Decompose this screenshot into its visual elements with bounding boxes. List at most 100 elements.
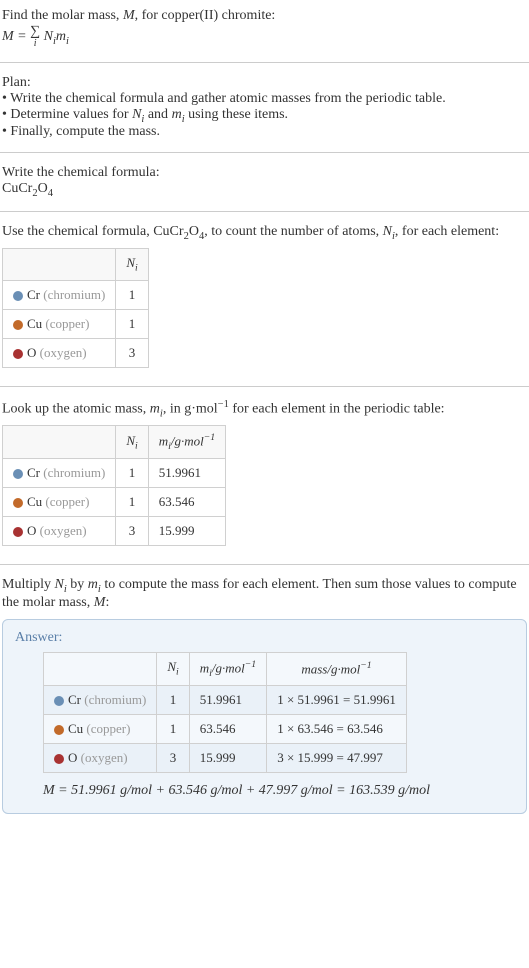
answer-table: Ni mi/g·mol−1 mass/g·mol−1 Cr (chromium)… — [43, 652, 407, 773]
plan-bullet-2: • Determine values for Ni and mi using t… — [2, 107, 527, 125]
text: Find the molar mass, — [2, 8, 123, 23]
exp: −1 — [204, 432, 215, 443]
cell-m: 63.546 — [148, 487, 225, 516]
write-formula-block: Write the chemical formula: CuCr2O4 — [0, 161, 529, 203]
cell-element: Cu (copper) — [3, 487, 116, 516]
plan-bullet-1: • Write the chemical formula and gather … — [2, 91, 527, 107]
swatch-icon — [13, 498, 23, 508]
var: M — [94, 595, 106, 610]
swatch-icon — [54, 754, 64, 764]
cell-m: 51.9961 — [189, 685, 266, 714]
cell-n: 1 — [157, 685, 189, 714]
name: (chromium) — [43, 465, 105, 480]
text: using these items. — [185, 107, 288, 122]
cell-n: 1 — [116, 458, 148, 487]
unit: /g·mol — [171, 433, 204, 448]
cell-element: O (oxygen) — [3, 516, 116, 545]
swatch-icon — [54, 696, 64, 706]
text: by — [67, 577, 88, 592]
divider — [0, 152, 529, 153]
table-row: Cu (copper)163.5461 × 63.546 = 63.546 — [44, 714, 407, 743]
answer-label: Answer: — [15, 630, 514, 646]
var-m: m — [172, 107, 182, 122]
name: (oxygen) — [40, 523, 87, 538]
text: CuCr — [2, 181, 32, 196]
sub: 4 — [48, 188, 53, 199]
divider — [0, 564, 529, 565]
text: O — [38, 181, 48, 196]
sym: O — [68, 750, 77, 765]
name: (oxygen) — [40, 345, 87, 360]
var-M: M — [123, 8, 135, 23]
cell-m: 51.9961 — [148, 458, 225, 487]
var: m — [159, 433, 168, 448]
var: N — [126, 433, 135, 448]
table-header-row: Ni mi/g·mol−1 — [3, 426, 226, 459]
col-ni: Ni — [116, 426, 148, 459]
table-header-row: Ni mi/g·mol−1 mass/g·mol−1 — [44, 652, 407, 685]
cell-element: Cr (chromium) — [44, 685, 157, 714]
unit: mass/g·mol — [301, 661, 360, 676]
text: , for copper(II) chromite: — [135, 8, 276, 23]
col-element — [3, 426, 116, 459]
name: (copper) — [45, 494, 89, 509]
chemical-formula: CuCr2O4 — [2, 181, 527, 199]
rhs-N: N — [40, 29, 53, 44]
col-ni: Ni — [116, 248, 148, 280]
col-ni: Ni — [157, 652, 189, 685]
cell-n: 1 — [116, 487, 148, 516]
rhs-m: m — [56, 29, 66, 44]
cell-n: 3 — [157, 743, 189, 772]
final-result: M = 51.9961 g/mol + 63.546 g/mol + 47.99… — [43, 783, 514, 799]
cell-element: Cu (copper) — [3, 309, 116, 338]
answer-box: Answer: Ni mi/g·mol−1 mass/g·mol−1 Cr (c… — [2, 619, 527, 814]
answer-inner: Ni mi/g·mol−1 mass/g·mol−1 Cr (chromium)… — [15, 652, 514, 799]
cell-calc: 1 × 51.9961 = 51.9961 — [267, 685, 407, 714]
var: N — [126, 255, 135, 270]
text: Multiply — [2, 577, 55, 592]
sym: Cr — [27, 465, 40, 480]
text: , in g·mol — [163, 401, 218, 416]
sym: Cr — [68, 692, 81, 707]
molar-mass-formula: M = ∑i Nimi — [2, 26, 527, 48]
table-header-row: Ni — [3, 248, 149, 280]
col-element — [44, 652, 157, 685]
col-element — [3, 248, 116, 280]
text: • Determine values for — [2, 107, 132, 122]
text: for each element in the periodic table: — [229, 401, 445, 416]
sym: O — [27, 523, 36, 538]
cell-element: O (oxygen) — [44, 743, 157, 772]
name: (chromium) — [84, 692, 146, 707]
table-row: Cr (chromium)151.99611 × 51.9961 = 51.99… — [44, 685, 407, 714]
multiply-block: Multiply Ni by mi to compute the mass fo… — [0, 573, 529, 615]
name: (copper) — [45, 316, 89, 331]
text: and — [144, 107, 171, 122]
text: , for each element: — [395, 224, 499, 239]
swatch-icon — [13, 291, 23, 301]
var-M: M — [43, 783, 55, 798]
table-row: Cu (copper)163.546 — [3, 487, 226, 516]
table-row: Cr (chromium)1 — [3, 280, 149, 309]
sub-i: i — [135, 263, 138, 274]
cell-n: 3 — [116, 338, 148, 367]
sym: Cr — [27, 287, 40, 302]
plan-bullet-3: • Finally, compute the mass. — [2, 124, 527, 140]
table-row: Cu (copper)1 — [3, 309, 149, 338]
text: Look up the atomic mass, — [2, 401, 150, 416]
divider — [0, 211, 529, 212]
table-row: O (oxygen)3 — [3, 338, 149, 367]
sym: Cu — [27, 494, 42, 509]
exp: −1 — [218, 399, 229, 410]
cell-calc: 1 × 63.546 = 63.546 — [267, 714, 407, 743]
cell-m: 15.999 — [148, 516, 225, 545]
text: : — [105, 595, 109, 610]
cell-m: 63.546 — [189, 714, 266, 743]
lhs: M — [2, 29, 14, 44]
table-row: Cr (chromium) 151.9961 — [3, 458, 226, 487]
cell-element: Cu (copper) — [44, 714, 157, 743]
divider — [0, 62, 529, 63]
table-row: O (oxygen)315.999 — [3, 516, 226, 545]
cell-n: 1 — [116, 309, 148, 338]
var-m: m — [150, 401, 160, 416]
text: Use the chemical formula, CuCr — [2, 224, 184, 239]
